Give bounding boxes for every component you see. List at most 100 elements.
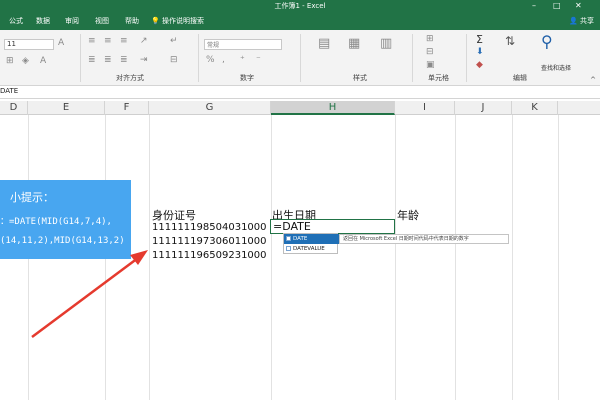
cell-styles-icon[interactable]: ▥ [380, 36, 392, 51]
title-bar: 工作簿1 - Excel – □ ✕ [0, 0, 600, 13]
align-center-icon[interactable]: ≣ [104, 55, 112, 65]
gridline [271, 115, 272, 400]
sort-filter-icon[interactable]: ⇅ [505, 34, 515, 48]
clear-icon[interactable]: ◆ [476, 60, 483, 70]
tab-view[interactable]: 视图 [95, 16, 109, 26]
ribbon: 11 A ⊞ ◈ A ≡ ≡ ≡ ↗ ↵ ≣ ≣ ≣ ⇥ ⊟ 对齐方式 常规 %… [0, 30, 600, 86]
merge-center-icon[interactable]: ⊟ [170, 55, 178, 65]
function-icon [286, 246, 291, 251]
conditional-format-icon[interactable]: ▤ [318, 36, 330, 51]
ribbon-tabs: 公式 数据 审阅 视图 帮助 💡 操作说明搜索 👤 共享 [0, 13, 600, 30]
tab-help[interactable]: 帮助 [125, 16, 139, 26]
cell-id-row-1[interactable]: 111111198504031000 [152, 222, 267, 233]
tip-formula-line-1: ：=DATE(MID(G14,7,4), [0, 217, 112, 227]
autocomplete-item-label: DATEVALUE [293, 246, 325, 252]
tip-box: 小提示： ：=DATE(MID(G14,7,4), (14,11,2),MID(… [0, 180, 131, 259]
column-header-i[interactable]: I [395, 101, 455, 115]
lightbulb-icon: 💡 [151, 17, 160, 25]
window-title: 工作簿1 - Excel [274, 2, 326, 10]
column-header-g[interactable]: G [149, 101, 271, 115]
indent-icon[interactable]: ⇥ [140, 55, 148, 65]
increase-decimal-icon[interactable]: ⁺ [240, 55, 245, 65]
arrow-head [130, 250, 148, 265]
cell-age-header: 年龄 [397, 209, 419, 222]
cell-id-row-3[interactable]: 111111196509231000 [152, 250, 267, 261]
cell-id-row-2[interactable]: 111111197306011000 [152, 236, 267, 247]
share-button[interactable]: 👤 共享 [569, 16, 594, 26]
column-header-k[interactable]: K [512, 101, 558, 115]
ribbon-separator [412, 34, 413, 82]
fill-color-icon[interactable]: ◈ [22, 56, 29, 66]
worksheet-grid[interactable]: 小提示： ：=DATE(MID(G14,7,4), (14,11,2),MID(… [0, 115, 600, 400]
tip-title: 小提示： [10, 191, 54, 204]
gridline [395, 115, 396, 400]
underline-icon[interactable]: ⊞ [6, 56, 14, 66]
tip-formula-line-2: (14,11,2),MID(G14,13,2) [0, 236, 125, 246]
group-label-alignment: 对齐方式 [116, 74, 144, 82]
minimize-icon[interactable]: – [532, 1, 536, 10]
function-autocomplete: DATE DATEVALUE [283, 233, 339, 254]
excel-window: 工作簿1 - Excel – □ ✕ 公式 数据 审阅 视图 帮助 💡 操作说明… [0, 0, 600, 400]
gridline [512, 115, 513, 400]
font-size-box[interactable]: 11 [4, 39, 54, 50]
column-headers: D E F G H I J K [0, 101, 600, 115]
close-icon[interactable]: ✕ [575, 1, 582, 10]
ribbon-separator [80, 34, 81, 82]
group-label-number: 数字 [240, 74, 254, 82]
gridline [149, 115, 150, 400]
ribbon-separator [198, 34, 199, 82]
number-format-box[interactable]: 常规 [204, 39, 282, 50]
tell-me-label: 操作说明搜索 [161, 17, 204, 25]
group-label-editing: 编辑 [513, 74, 527, 82]
autosum-icon[interactable]: Σ [476, 33, 483, 46]
autocomplete-item-date[interactable]: DATE [284, 234, 339, 244]
wrap-text-icon[interactable]: ↵ [170, 36, 178, 46]
ribbon-separator [300, 34, 301, 82]
autocomplete-item-label: DATE [293, 236, 308, 242]
insert-cells-icon[interactable]: ⊞ [426, 34, 434, 44]
column-header-f[interactable]: F [105, 101, 149, 115]
align-left-icon[interactable]: ≣ [88, 55, 96, 65]
active-cell-editor[interactable]: =DATE [270, 219, 395, 234]
fill-icon[interactable]: ⬇ [476, 47, 484, 57]
font-color-icon[interactable]: A [40, 56, 46, 66]
column-header-h[interactable]: H [271, 101, 395, 115]
currency-icon[interactable]: % [206, 55, 215, 65]
formula-bar: DATE [0, 86, 600, 99]
format-as-table-icon[interactable]: ▦ [348, 36, 360, 51]
tab-review[interactable]: 审阅 [65, 16, 79, 26]
function-icon [286, 236, 291, 241]
format-cells-icon[interactable]: ▣ [426, 60, 435, 70]
arrow-shaft [31, 256, 139, 339]
group-label-cells: 单元格 [428, 74, 449, 82]
cell-id-header: 身份证号 [152, 209, 196, 222]
align-middle-icon[interactable]: ≡ [104, 36, 112, 46]
find-search-icon[interactable]: ⚲ [541, 32, 553, 51]
name-box[interactable]: DATE [0, 87, 18, 95]
comma-style-icon[interactable]: , [222, 55, 225, 65]
align-top-icon[interactable]: ≡ [88, 36, 96, 46]
autocomplete-item-datevalue[interactable]: DATEVALUE [284, 244, 339, 254]
gridline [455, 115, 456, 400]
tell-me-search[interactable]: 💡 操作说明搜索 [151, 16, 204, 26]
function-tooltip: 返回在 Microsoft Excel 日期时间代码中代表日期的数字 [339, 234, 509, 244]
find-and-select-button[interactable]: 查找和选择 [541, 63, 571, 72]
gridline [558, 115, 559, 400]
column-header-e[interactable]: E [28, 101, 105, 115]
column-header-d[interactable]: D [0, 101, 28, 115]
align-right-icon[interactable]: ≣ [120, 55, 128, 65]
collapse-ribbon-icon[interactable]: ^ [590, 76, 596, 84]
ribbon-separator [466, 34, 467, 82]
tab-formulas[interactable]: 公式 [9, 16, 23, 26]
orientation-icon[interactable]: ↗ [140, 36, 148, 46]
tab-data[interactable]: 数据 [36, 16, 50, 26]
font-grow-icon[interactable]: A [58, 38, 64, 48]
group-label-styles: 样式 [353, 74, 367, 82]
maximize-icon[interactable]: □ [553, 1, 561, 10]
share-label: 共享 [580, 17, 594, 25]
column-header-j[interactable]: J [455, 101, 512, 115]
decrease-decimal-icon[interactable]: ⁻ [256, 55, 261, 65]
delete-cells-icon[interactable]: ⊟ [426, 47, 434, 57]
person-icon: 👤 [569, 17, 578, 25]
align-bottom-icon[interactable]: ≡ [120, 36, 128, 46]
